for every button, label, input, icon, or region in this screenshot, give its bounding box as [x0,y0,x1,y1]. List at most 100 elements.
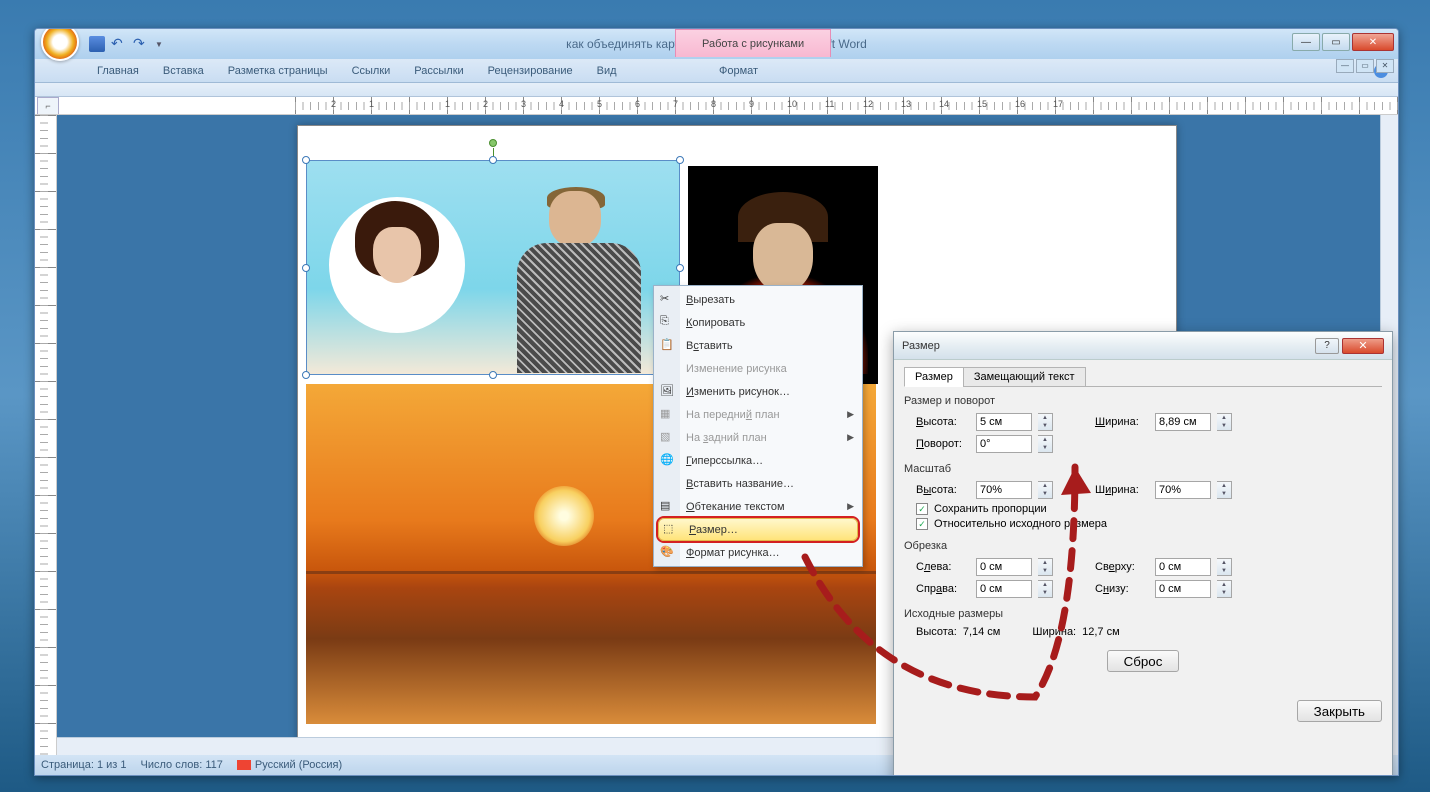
resize-handle-s[interactable] [489,371,497,379]
resize-handle-nw[interactable] [302,156,310,164]
input-width[interactable]: 8,89 см [1155,413,1211,431]
lbl-orig-height: Высота: [916,626,957,638]
cut-icon: ✂ [660,292,676,308]
ctx-insert-caption[interactable]: Вставить название… [656,472,860,495]
dialog-titlebar[interactable]: Размер ? ✕ [894,332,1392,360]
lbl-crop-bottom: Снизу: [1095,583,1149,595]
ctx-paste[interactable]: 📋Вставить [656,334,860,357]
lbl-height: Высота: [916,416,970,428]
group-crop: Обрезка [904,540,1382,552]
dialog-title: Размер [902,340,940,352]
ctx-text-wrap[interactable]: ▤Обтекание текстом▶ [656,495,860,518]
send-back-icon: ▧ [660,430,676,446]
input-scale-height[interactable]: 70% [976,481,1032,499]
spinner-width[interactable]: ▲▼ [1217,413,1232,431]
horizontal-ruler[interactable]: ⌐ 21 12 34 56 78 910 1112 1314 1516 17 [35,97,1398,115]
tab-view[interactable]: Вид [585,61,629,81]
qat-dropdown-icon[interactable]: ▼ [155,40,163,49]
ctx-size[interactable]: ⬚Размер… [658,518,858,541]
resize-handle-n[interactable] [489,156,497,164]
input-crop-left[interactable]: 0 см [976,558,1032,576]
tab-review[interactable]: Рецензирование [476,61,585,81]
ctx-change-picture: Изменение рисунка [656,357,860,380]
dialog-help-button[interactable]: ? [1315,338,1339,354]
paste-icon: 📋 [660,338,676,354]
context-menu: ✂Вырезать ⎘Копировать 📋Вставить Изменени… [653,285,863,567]
reset-button[interactable]: Сброс [1107,650,1180,672]
copy-icon: ⎘ [660,315,676,331]
tab-layout[interactable]: Разметка страницы [216,61,340,81]
close-button[interactable]: ✕ [1352,33,1394,51]
save-icon[interactable] [89,36,105,52]
spinner-scale-height[interactable]: ▲▼ [1038,481,1053,499]
titlebar: ↶ ↷ ▼ как объединять картинки в Пэйнт Не… [35,29,1398,59]
spinner-crop-bottom[interactable]: ▲▼ [1217,580,1232,598]
input-height[interactable]: 5 см [976,413,1032,431]
picture-tools-tab[interactable]: Работа с рисунками [675,29,831,57]
edit-image-icon: 🖼 [660,384,676,400]
input-scale-width[interactable]: 70% [1155,481,1211,499]
lbl-rotation: Поворот: [916,438,970,450]
tab-home[interactable]: Главная [85,61,151,81]
lbl-crop-left: Слева: [916,561,970,573]
ctx-cut[interactable]: ✂Вырезать [656,288,860,311]
ctx-hyperlink[interactable]: 🌐Гиперссылка… [656,449,860,472]
ctx-edit-picture[interactable]: 🖼Изменить рисунок… [656,380,860,403]
group-original: Исходные размеры [904,608,1382,620]
status-page[interactable]: Страница: 1 из 1 [41,759,127,771]
ctx-bring-front: ▦На передний план▶ [656,403,860,426]
ctx-format-picture[interactable]: 🎨Формат рисунка… [656,541,860,564]
office-button[interactable] [41,28,79,61]
status-language[interactable]: Русский (Россия) [237,759,342,771]
rotate-handle[interactable] [489,139,497,147]
doc-minimize[interactable]: — [1336,59,1354,73]
lbl-crop-top: Сверху: [1095,561,1149,573]
tab-references[interactable]: Ссылки [340,61,403,81]
dialog-close-button[interactable]: ✕ [1342,338,1384,354]
vertical-ruler[interactable] [35,115,57,755]
resize-handle-w[interactable] [302,264,310,272]
dlg-tab-size[interactable]: Размер [904,367,964,387]
chk-relative-original[interactable]: ✓ [916,518,928,530]
ribbon-tabs: Главная Вставка Разметка страницы Ссылки… [35,59,1398,83]
input-rotation[interactable]: 0° [976,435,1032,453]
hyperlink-icon: 🌐 [660,453,676,469]
resize-handle-sw[interactable] [302,371,310,379]
lbl-scale-width: Ширина: [1095,484,1149,496]
status-words[interactable]: Число слов: 117 [141,759,223,771]
size-dialog: Размер ? ✕ Размер Замещающий текст Разме… [893,331,1393,776]
spinner-scale-width[interactable]: ▲▼ [1217,481,1232,499]
tab-insert[interactable]: Вставка [151,61,216,81]
ctx-send-back: ▧На задний план▶ [656,426,860,449]
input-crop-right[interactable]: 0 см [976,580,1032,598]
spinner-crop-left[interactable]: ▲▼ [1038,558,1053,576]
spinner-crop-top[interactable]: ▲▼ [1217,558,1232,576]
val-orig-height: 7,14 см [963,626,1001,638]
spinner-crop-right[interactable]: ▲▼ [1038,580,1053,598]
lbl-scale-height: Высота: [916,484,970,496]
tab-mailings[interactable]: Рассылки [402,61,475,81]
bring-front-icon: ▦ [660,407,676,423]
chk-keep-ratio[interactable]: ✓ [916,503,928,515]
undo-icon[interactable]: ↶ [111,36,127,52]
dlg-tab-alt-text[interactable]: Замещающий текст [963,367,1086,387]
resize-handle-e[interactable] [676,264,684,272]
tab-selector[interactable]: ⌐ [37,97,59,115]
word-window: ↶ ↷ ▼ как объединять картинки в Пэйнт Не… [34,28,1399,776]
image-selected[interactable] [306,160,680,375]
input-crop-top[interactable]: 0 см [1155,558,1211,576]
spinner-rotation[interactable]: ▲▼ [1038,435,1053,453]
ctx-copy[interactable]: ⎘Копировать [656,311,860,334]
minimize-button[interactable]: — [1292,33,1320,51]
input-crop-bottom[interactable]: 0 см [1155,580,1211,598]
doc-restore[interactable]: ▭ [1356,59,1374,73]
maximize-button[interactable]: ▭ [1322,33,1350,51]
resize-handle-ne[interactable] [676,156,684,164]
doc-close[interactable]: ✕ [1376,59,1394,73]
wrap-text-icon: ▤ [660,499,676,515]
redo-icon[interactable]: ↷ [133,36,149,52]
lbl-orig-width: Ширина: [1032,626,1076,638]
close-button-dialog[interactable]: Закрыть [1297,700,1382,722]
spinner-height[interactable]: ▲▼ [1038,413,1053,431]
tab-format[interactable]: Формат [707,61,770,81]
